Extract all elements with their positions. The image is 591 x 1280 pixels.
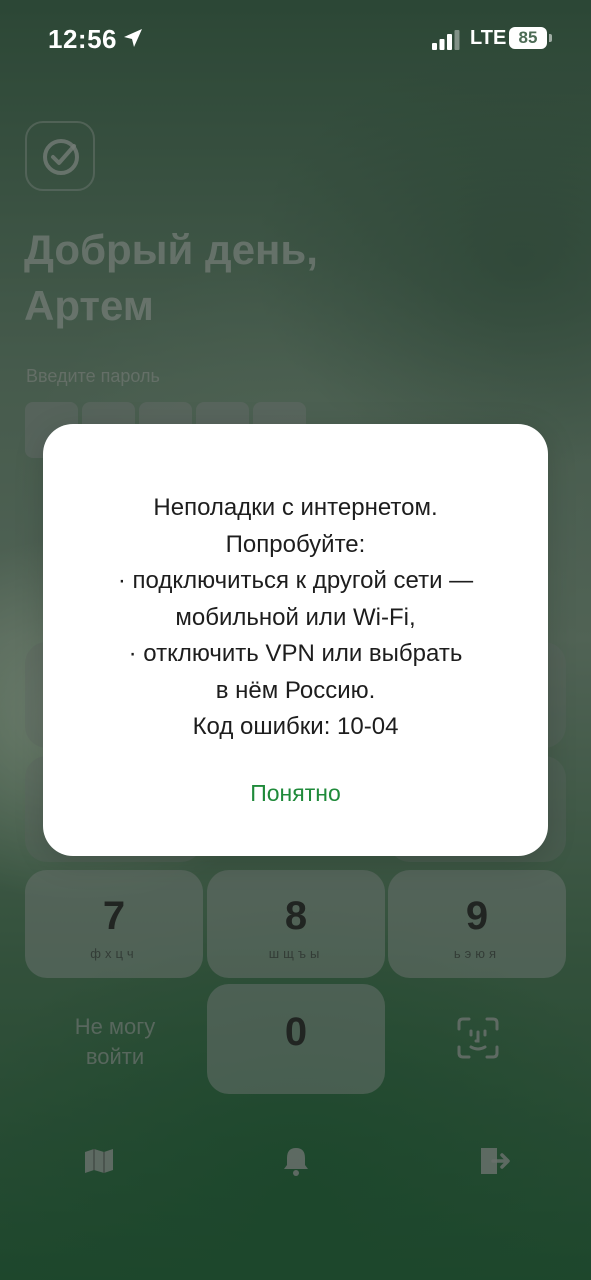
signal-icon — [432, 30, 460, 50]
location-arrow-icon — [124, 29, 142, 47]
error-alert-dialog: Неполадки с интернетом. Попробуйте: · по… — [43, 424, 548, 856]
alert-message: Неполадки с интернетом. Попробуйте: · по… — [117, 494, 474, 740]
status-time: 12:56 — [48, 24, 117, 54]
network-type: LTE — [470, 27, 507, 49]
ok-button[interactable]: Понятно — [193, 776, 398, 810]
battery-icon: 85 — [509, 27, 547, 49]
status-bar: 12:56 LTE 85 — [0, 0, 591, 80]
battery-tip — [549, 34, 552, 42]
